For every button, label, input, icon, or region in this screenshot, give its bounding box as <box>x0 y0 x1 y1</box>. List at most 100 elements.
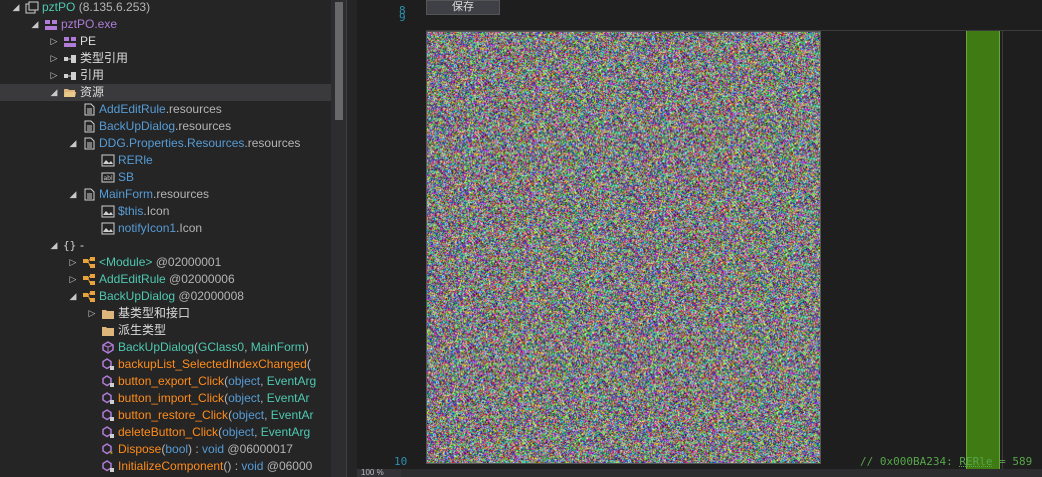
expanded-arrow-icon[interactable]: ◢ <box>49 237 59 254</box>
label-part: 基类型和接口 <box>118 306 191 320</box>
label-part: @02000006 <box>165 272 235 286</box>
protected-method-icon: * <box>101 443 115 458</box>
tree-node[interactable]: $this.Icon <box>0 203 331 220</box>
collapsed-arrow-icon[interactable]: ▷ <box>68 271 78 288</box>
label-part: EventAr <box>270 408 314 422</box>
label-part: button_import_Click <box>118 391 225 405</box>
tree-node-label: backupList_SelectedIndexChanged( <box>118 356 311 373</box>
tree-node[interactable]: ◢ {} - <box>0 237 331 254</box>
label-part: .resources <box>244 136 301 150</box>
expanded-arrow-icon[interactable]: ◢ <box>30 16 40 33</box>
module-icon <box>44 18 58 31</box>
label-part: object <box>228 391 261 405</box>
tree-node[interactable]: backupList_SelectedIndexChanged( <box>0 356 331 373</box>
tree-node[interactable]: RERle <box>0 152 331 169</box>
label-part: (8.135.6.253) <box>75 0 151 14</box>
tree-node[interactable]: * Dispose(bool) : void @06000017 <box>0 441 331 458</box>
label-part: 引用 <box>80 68 105 82</box>
tree-node[interactable]: InitializeComponent() : void @06000 <box>0 458 331 475</box>
tree-node[interactable]: ◢ MainForm.resources <box>0 186 331 203</box>
tree-node[interactable]: button_restore_Click(object, EventAr <box>0 407 331 424</box>
assembly-explorer-tree[interactable]: ◢ pztPO (8.135.6.253) ◢ pztPO.exe ▷ PE ▷ 类型引用 ▷ 引… <box>0 0 331 477</box>
tree-node-label: RERle <box>118 152 153 169</box>
collapsed-arrow-icon[interactable]: ▷ <box>49 67 59 84</box>
tree-node[interactable]: notifyIcon1.Icon <box>0 220 331 237</box>
image-icon <box>101 154 115 167</box>
tree-node-label: 基类型和接口 <box>118 305 190 322</box>
tree-node[interactable]: ◢ 资源 <box>0 84 331 101</box>
label-part: ( <box>306 357 311 371</box>
label-part: - <box>80 238 84 252</box>
label-part: @02000008 <box>175 289 244 303</box>
save-button[interactable]: 保存 <box>426 0 500 15</box>
zoom-level[interactable]: 100 % <box>357 469 401 477</box>
label-part: backupList_SelectedIndexChanged <box>118 357 307 371</box>
expanded-arrow-icon[interactable]: ◢ <box>49 84 59 101</box>
collapsed-arrow-icon[interactable]: ▷ <box>49 50 59 67</box>
comment-resource-link[interactable]: RERle <box>959 455 992 468</box>
label-part: RERle <box>118 153 153 167</box>
tree-node-label: InitializeComponent() : void @06000 <box>118 458 312 475</box>
label-part: 资源 <box>80 85 105 99</box>
tree-node[interactable]: button_import_Click(object, EventAr <box>0 390 331 407</box>
label-part: , <box>244 340 251 354</box>
tree-node-label: 引用 <box>80 67 104 84</box>
label-part: @02000001 <box>152 255 222 269</box>
tree-node-label: button_import_Click(object, EventAr <box>118 390 309 407</box>
expanded-arrow-icon[interactable]: ◢ <box>68 186 78 203</box>
tree-node[interactable]: ◢ BackUpDialog @02000008 <box>0 288 331 305</box>
splitter[interactable] <box>346 0 357 477</box>
label-part: DDG.Properties.Resources <box>99 136 245 150</box>
namespace-icon: {} <box>63 239 77 252</box>
tree-node-label: SB <box>118 169 134 186</box>
label-part: BackUpDialog <box>118 340 195 354</box>
tree-node[interactable]: ▷ <Module> @02000001 <box>0 254 331 271</box>
tree-scrollbar-thumb[interactable] <box>335 2 343 120</box>
divider-line <box>1002 31 1003 477</box>
tree-node[interactable]: abl SB <box>0 169 331 186</box>
tree-node[interactable]: ▷ AddEditRule @02000006 <box>0 271 331 288</box>
tree-node[interactable]: ▷ 基类型和接口 <box>0 305 331 322</box>
assembly-icon <box>25 1 39 14</box>
tree-node-label: AddEditRule.resources <box>99 101 222 118</box>
tree-node[interactable]: 派生类型 <box>0 322 331 339</box>
tree-node[interactable]: AddEditRule.resources <box>0 101 331 118</box>
resource-file-icon <box>82 188 96 201</box>
tree-node[interactable]: ▷ PE <box>0 33 331 50</box>
collapsed-arrow-icon[interactable]: ▷ <box>68 254 78 271</box>
pe-icon <box>63 35 77 48</box>
tree-node-label: <Module> @02000001 <box>99 254 221 271</box>
code-comment: // 0x000BA234: RERle = 589 <box>860 455 1032 468</box>
tree-node[interactable]: button_export_Click(object, EventArg <box>0 373 331 390</box>
expanded-arrow-icon[interactable]: ◢ <box>11 0 21 16</box>
editor-horizontal-scrollbar[interactable] <box>357 469 1042 477</box>
collapsed-arrow-icon[interactable]: ▷ <box>87 305 97 322</box>
tree-node[interactable]: deleteButton_Click(object, EventArg <box>0 424 331 441</box>
label-part: <Module> <box>99 255 153 269</box>
private-method-icon <box>101 409 115 422</box>
label-part: BackUpDialog <box>99 289 176 303</box>
private-method-icon <box>101 392 115 405</box>
image-icon <box>101 205 115 218</box>
tree-node-label: button_restore_Click(object, EventAr <box>118 407 313 424</box>
label-part: SB <box>118 170 135 184</box>
label-part: AddEditRule <box>99 272 166 286</box>
expanded-arrow-icon[interactable]: ◢ <box>68 135 78 152</box>
tree-vertical-scrollbar[interactable] <box>331 0 346 477</box>
folder-open-icon <box>63 86 77 99</box>
label-part: EventAr <box>266 391 310 405</box>
label-part: @06000017 <box>224 442 293 456</box>
label-part: () : <box>223 459 242 473</box>
label-part: .Icon <box>143 204 170 218</box>
tree-node[interactable]: ▷ 类型引用 <box>0 50 331 67</box>
tree-node[interactable]: ◢ pztPO (8.135.6.253) <box>0 0 331 16</box>
tree-node[interactable]: ◢ DDG.Properties.Resources.resources <box>0 135 331 152</box>
tree-node[interactable]: ▷ 引用 <box>0 67 331 84</box>
tree-node[interactable]: BackUpDialog(GClass0, MainForm) <box>0 339 331 356</box>
expanded-arrow-icon[interactable]: ◢ <box>68 288 78 305</box>
tree-node[interactable]: ◢ pztPO.exe <box>0 16 331 33</box>
label-part: , <box>260 391 267 405</box>
tree-node[interactable]: BackUpDialog.resources <box>0 118 331 135</box>
collapsed-arrow-icon[interactable]: ▷ <box>49 33 59 50</box>
label-part: @06000 <box>263 459 313 473</box>
